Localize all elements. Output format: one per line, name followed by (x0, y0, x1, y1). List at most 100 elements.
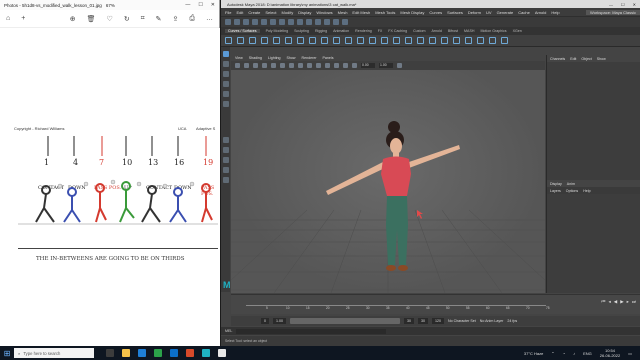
more-icon[interactable]: … (206, 15, 213, 22)
channel-tab-channels[interactable]: Channels (550, 57, 565, 61)
xray-icon[interactable] (343, 63, 348, 68)
max-time-field[interactable]: 120 (432, 318, 444, 324)
outliner-icon[interactable] (222, 177, 229, 183)
single-view-icon[interactable] (222, 137, 229, 143)
nurbs-torus-icon[interactable] (357, 37, 364, 44)
shadows-icon[interactable] (334, 63, 339, 68)
new-scene-icon[interactable] (225, 19, 231, 25)
film-gate-icon[interactable] (280, 63, 285, 68)
detach-icon[interactable] (453, 37, 460, 44)
loft-icon[interactable] (381, 37, 388, 44)
shelf-tab-rendering[interactable]: Rendering (355, 29, 372, 33)
nurbs-plane-icon[interactable] (345, 37, 352, 44)
nurbs-cube-icon[interactable] (309, 37, 316, 44)
undo-icon[interactable] (252, 19, 258, 25)
viewport-menu-show[interactable]: Show (287, 56, 296, 60)
layer-tab-display[interactable]: Display (550, 182, 562, 186)
character-set-selector[interactable]: No Character Set (448, 319, 476, 323)
photos-app-icon[interactable] (170, 349, 178, 357)
persp-outliner-icon[interactable] (222, 157, 229, 163)
shelf-tab-fx[interactable]: FX (378, 29, 383, 33)
play-back-icon[interactable]: ◀ (614, 299, 617, 305)
weather-widget[interactable]: 37°C Haze (524, 351, 543, 356)
insert-isoparm-icon[interactable] (477, 37, 484, 44)
menu-select[interactable]: Select (265, 10, 276, 15)
crop-icon[interactable]: ⌗ (141, 15, 145, 23)
start-time-field[interactable]: 0 (261, 318, 269, 324)
select-tool-icon[interactable] (222, 51, 229, 57)
shelf-tab-sculpting[interactable]: Sculpting (294, 29, 309, 33)
menu-modify[interactable]: Modify (282, 10, 294, 15)
paint-select-icon[interactable] (222, 71, 229, 77)
task-view-icon[interactable] (106, 349, 114, 357)
chrome-icon[interactable] (154, 349, 162, 357)
layer-menu-help[interactable]: Help (583, 189, 590, 193)
camera-attributes-icon[interactable] (244, 63, 249, 68)
snap-grid-icon[interactable] (297, 19, 303, 25)
menu-uv[interactable]: UV (486, 10, 492, 15)
menu-curves[interactable]: Curves (429, 10, 442, 15)
extrude-icon[interactable] (405, 37, 412, 44)
scale-tool-icon[interactable] (222, 101, 229, 107)
maximize-button[interactable]: ☐ (621, 2, 625, 7)
menu-edit[interactable]: Edit (236, 10, 243, 15)
print-icon[interactable]: ⎙ (189, 15, 195, 23)
trim-icon[interactable] (489, 37, 496, 44)
time-slider[interactable]: 5 10 15 20 25 30 35 40 45 50 55 60 65 70… (231, 294, 640, 314)
favorite-icon[interactable]: ♡ (107, 15, 113, 23)
channel-tab-object[interactable]: Object (581, 57, 591, 61)
color-management-icon[interactable] (397, 63, 402, 68)
textured-icon[interactable] (316, 63, 321, 68)
smooth-shade-icon[interactable] (307, 63, 312, 68)
channel-tab-edit[interactable]: Edit (570, 57, 576, 61)
select-object-icon[interactable] (279, 19, 285, 25)
save-scene-icon[interactable] (243, 19, 249, 25)
taskbar-search[interactable]: ⌕ Type here to search (14, 348, 94, 358)
resolution-gate-icon[interactable] (289, 63, 294, 68)
nurbs-cone-icon[interactable] (333, 37, 340, 44)
playback-start-field[interactable]: 1.00 (273, 318, 286, 324)
ipr-render-icon[interactable] (333, 19, 339, 25)
mel-label[interactable]: MEL (225, 329, 232, 333)
grid-icon[interactable] (271, 63, 276, 68)
viewport-menu-lighting[interactable]: Lighting (268, 56, 281, 60)
edge-browser-icon[interactable] (138, 349, 146, 357)
step-back-icon[interactable]: ◂ (608, 299, 610, 305)
menu-cache[interactable]: Cache (518, 10, 530, 15)
menu-windows[interactable]: Windows (316, 10, 332, 15)
wireframe-icon[interactable] (298, 63, 303, 68)
viewport-panel[interactable]: View Shading Lighting Show Renderer Pane… (231, 55, 545, 293)
move-tool-icon[interactable] (222, 81, 229, 87)
snap-curve-icon[interactable] (306, 19, 312, 25)
rebuild-icon[interactable] (465, 37, 472, 44)
maya-app-icon[interactable] (202, 349, 210, 357)
delete-icon[interactable]: 🗑 (87, 15, 96, 23)
channel-tab-show[interactable]: Show (597, 57, 606, 61)
viewport-menu-shading[interactable]: Shading (249, 56, 262, 60)
nurbs-cylinder-icon[interactable] (321, 37, 328, 44)
share-icon[interactable]: ⇪ (173, 15, 179, 23)
shelf-tab-bifrost[interactable]: Bifrost (448, 29, 458, 33)
workspace-selector[interactable]: Workspace: Maya Classic (586, 9, 640, 15)
shelf-tab-fx-caching[interactable]: FX Caching (388, 29, 407, 33)
shelf-tab-arnold[interactable]: Arnold (431, 29, 441, 33)
shelf-tab-animation[interactable]: Animation (333, 29, 349, 33)
four-view-icon[interactable] (222, 147, 229, 153)
redo-icon[interactable] (261, 19, 267, 25)
notepad-icon[interactable] (218, 349, 226, 357)
bevel-icon[interactable] (429, 37, 436, 44)
clock[interactable]: 10:54 26-06-2022 (600, 348, 620, 358)
menu-create[interactable]: Create (248, 10, 260, 15)
add-icon[interactable]: + (21, 15, 25, 22)
volume-icon[interactable]: ♪ (573, 351, 575, 356)
go-to-start-icon[interactable]: ⏮ (601, 299, 605, 305)
playback-end-field[interactable]: 30 (404, 318, 414, 324)
menu-deform[interactable]: Deform (468, 10, 481, 15)
shelf-tab-xgen[interactable]: XGen (513, 29, 522, 33)
birail-icon[interactable] (417, 37, 424, 44)
windows-start-icon[interactable]: ⊞ (0, 346, 14, 360)
menu-generate[interactable]: Generate (497, 10, 514, 15)
lights-icon[interactable] (325, 63, 330, 68)
attach-icon[interactable] (441, 37, 448, 44)
shelf-tab-rigging[interactable]: Rigging (315, 29, 327, 33)
